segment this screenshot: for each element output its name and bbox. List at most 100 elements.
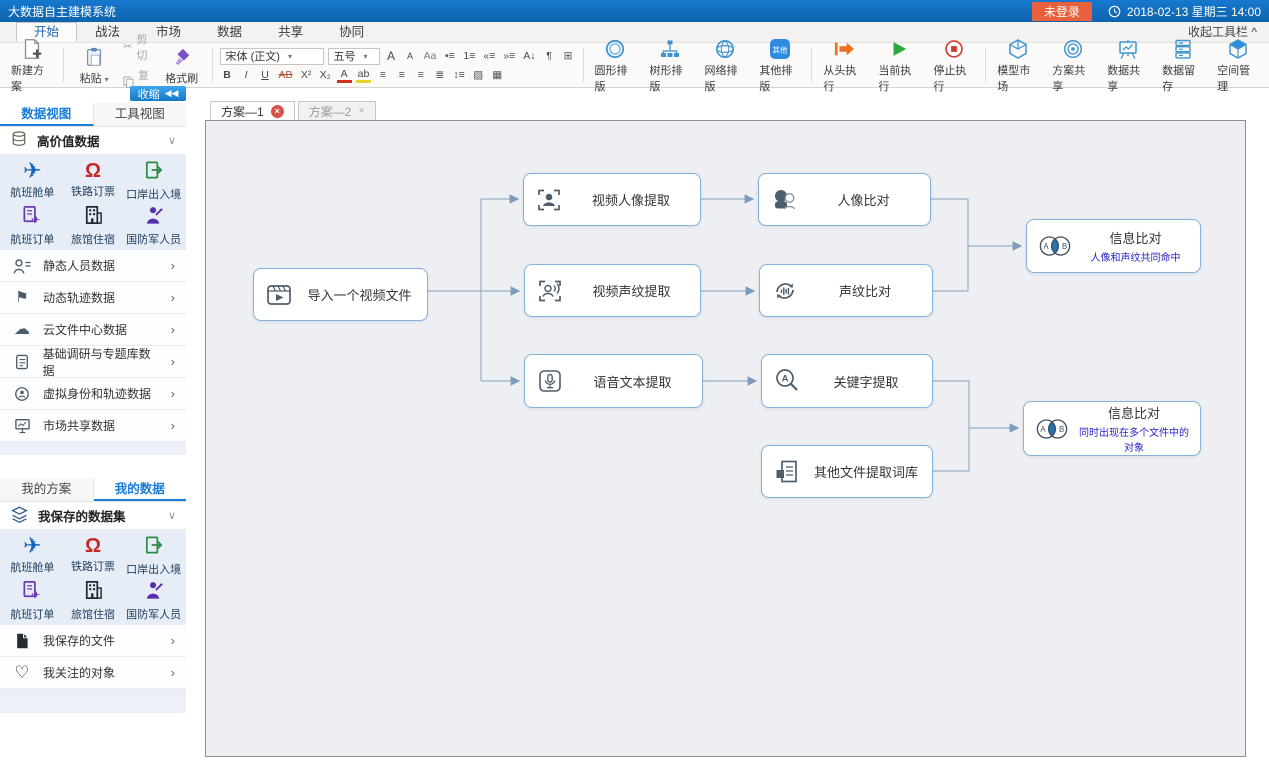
- grow-font-button[interactable]: A: [384, 49, 399, 64]
- circle-layout-button[interactable]: 圆形排版: [591, 37, 640, 94]
- dataset-flight-manifest[interactable]: ✈ 航班舱单: [2, 533, 63, 577]
- run-from-start-button[interactable]: 从头执行: [819, 37, 868, 94]
- tab-data-view[interactable]: 数据视图: [0, 103, 94, 126]
- font-size-select[interactable]: 五号 ▾: [328, 48, 380, 65]
- login-status-badge[interactable]: 未登录: [1032, 2, 1092, 21]
- sidebar-item-virtual-identity[interactable]: 虚拟身份和轨迹数据 ›: [0, 378, 186, 410]
- dataset-hotel-stay[interactable]: 旅馆住宿: [63, 578, 124, 622]
- ribbon-group-share: 模型市场 方案共享 数据共享 数据留存 空间管理: [988, 44, 1267, 86]
- tab-my-data[interactable]: 我的数据: [94, 478, 187, 501]
- dataset-port-entry-exit[interactable]: 口岸出入境: [123, 533, 184, 577]
- italic-button[interactable]: I: [239, 68, 254, 83]
- shrink-font-button[interactable]: A: [403, 49, 418, 64]
- section-my-saved-datasets[interactable]: 我保存的数据集 ∨: [0, 502, 186, 530]
- dataset-railway-ticket[interactable]: Ω 铁路订票: [63, 533, 124, 577]
- plane-icon: ✈: [23, 535, 41, 557]
- dataset-hotel-stay[interactable]: 旅馆住宿: [63, 203, 124, 247]
- server-stack-icon: [1172, 37, 1194, 61]
- font-color-button[interactable]: A: [337, 68, 352, 83]
- sidebar-item-dynamic-trajectory[interactable]: ⚑ 动态轨迹数据 ›: [0, 282, 186, 314]
- sidebar-item-cloud-file-center[interactable]: ☁ 云文件中心数据 ›: [0, 314, 186, 346]
- align-right-button[interactable]: ≡: [413, 68, 428, 83]
- sidebar-collapse-button[interactable]: 收缩 ◀◀: [130, 86, 186, 101]
- dataset-flight-order[interactable]: ✈ 航班订单: [2, 203, 63, 247]
- menu-tab-share[interactable]: 共享: [260, 22, 321, 42]
- new-plan-button[interactable]: 新建方案: [7, 37, 56, 94]
- svg-text:A: A: [782, 374, 789, 385]
- space-management-button[interactable]: 空间管理: [1213, 37, 1262, 94]
- flow-node-speech-text-extract[interactable]: 语音文本提取: [524, 354, 703, 408]
- dataset-port-entry-exit[interactable]: 口岸出入境: [123, 158, 184, 202]
- underline-button[interactable]: U: [258, 68, 273, 83]
- outdent-button[interactable]: «≡: [481, 49, 497, 64]
- chevron-right-icon: ›: [171, 633, 175, 648]
- indent-button[interactable]: »≡: [501, 49, 517, 64]
- data-retention-button[interactable]: 数据留存: [1158, 37, 1207, 94]
- tab-my-plans[interactable]: 我的方案: [0, 478, 94, 501]
- flow-node-video-face-extract[interactable]: 视频人像提取: [523, 173, 701, 226]
- cut-button[interactable]: ✂ 剪切: [123, 31, 152, 63]
- dataset-military-personnel[interactable]: 国防军人员: [123, 578, 184, 622]
- paste-button[interactable]: 粘贴 ▾: [71, 45, 117, 86]
- flow-node-keyword-extract[interactable]: A 关键字提取: [761, 354, 933, 408]
- flow-node-video-voice-extract[interactable]: 视频声纹提取: [524, 264, 701, 317]
- tab-tool-view[interactable]: 工具视图: [94, 103, 187, 126]
- flow-node-info-compare-2[interactable]: AB 信息比对 同时出现在多个文件中的对象: [1023, 401, 1201, 456]
- dataset-flight-order[interactable]: ✈ 航班订单: [2, 578, 63, 622]
- menu-tab-collab[interactable]: 协同: [321, 22, 382, 42]
- sidebar-item-my-saved-files[interactable]: 我保存的文件 ›: [0, 625, 186, 657]
- data-share-button[interactable]: 数据共享: [1103, 37, 1152, 94]
- font-row-1: 宋体 (正文) ▾ 五号 ▾ A A Aa •≡ 1≡ «≡ »≡ A↓ ¶ ⊞: [220, 48, 576, 65]
- video-file-icon: [264, 280, 294, 310]
- table-button[interactable]: ⊞: [561, 49, 576, 64]
- dataset-military-personnel[interactable]: 国防军人员: [123, 203, 184, 247]
- section-high-value-data[interactable]: 高价值数据 ∨: [0, 127, 186, 155]
- superscript-button[interactable]: X²: [299, 68, 314, 83]
- sidebar-item-static-personnel[interactable]: 静态人员数据 ›: [0, 250, 186, 282]
- close-tab-icon[interactable]: ×: [271, 105, 284, 118]
- flow-node-face-compare[interactable]: 人像比对: [758, 173, 931, 226]
- network-layout-button[interactable]: 网络排版: [700, 37, 749, 94]
- sort-button[interactable]: A↓: [521, 49, 537, 64]
- paragraph-marks-button[interactable]: ¶: [542, 49, 557, 64]
- run-current-button[interactable]: 当前执行: [874, 37, 923, 94]
- menu-tab-data[interactable]: 数据: [199, 22, 260, 42]
- flow-node-voice-compare[interactable]: 声纹比对: [759, 264, 933, 317]
- tree-layout-button[interactable]: 树形排版: [645, 37, 694, 94]
- flow-node-other-files-lexicon[interactable]: 其他文件提取词库: [761, 445, 933, 498]
- align-left-button[interactable]: ≡: [375, 68, 390, 83]
- bullet-list-button[interactable]: •≡: [442, 49, 457, 64]
- workspace-tab-plan2[interactable]: 方案—2 ×: [298, 101, 376, 120]
- plan-share-button[interactable]: 方案共享: [1048, 37, 1097, 94]
- model-market-button[interactable]: 模型市场: [993, 37, 1042, 94]
- subscript-button[interactable]: X₂: [318, 68, 333, 83]
- workspace-tab-bar: 方案—1 × 方案—2 ×: [210, 101, 376, 120]
- strikethrough-button[interactable]: AB: [277, 68, 295, 83]
- borders-button[interactable]: ▦: [490, 68, 505, 83]
- line-spacing-button[interactable]: ↕≡: [451, 68, 466, 83]
- sidebar-item-basic-research[interactable]: 基础调研与专题库数据 ›: [0, 346, 186, 378]
- close-tab-icon[interactable]: ×: [358, 105, 364, 117]
- flow-node-import-video[interactable]: 导入一个视频文件: [253, 268, 428, 321]
- numbered-list-button[interactable]: 1≡: [461, 49, 477, 64]
- highlight-button[interactable]: ab: [356, 68, 372, 83]
- justify-button[interactable]: ≣: [432, 68, 447, 83]
- dataset-railway-ticket[interactable]: Ω 铁路订票: [63, 158, 124, 202]
- bold-button[interactable]: B: [220, 68, 235, 83]
- keyword-search-icon: A: [772, 366, 802, 396]
- panel1-tabs: 数据视图 工具视图: [0, 103, 186, 127]
- format-painter-button[interactable]: 格式刷: [159, 45, 205, 86]
- sidebar-item-market-shared-data[interactable]: 市场共享数据 ›: [0, 410, 186, 442]
- sidebar-item-my-followed-objects[interactable]: ♡ 我关注的对象 ›: [0, 657, 186, 689]
- change-case-button[interactable]: Aa: [422, 49, 439, 64]
- shading-button[interactable]: ▨: [471, 68, 486, 83]
- flow-node-info-compare-1[interactable]: AB 信息比对 人像和声纹共同命中: [1026, 219, 1201, 273]
- dataset-flight-manifest[interactable]: ✈ 航班舱单: [2, 158, 63, 202]
- other-layout-button[interactable]: 其他 其他排版: [755, 37, 804, 94]
- align-center-button[interactable]: ≡: [394, 68, 409, 83]
- stop-exec-button[interactable]: 停止执行: [929, 37, 978, 94]
- flow-canvas[interactable]: 导入一个视频文件 视频人像提取 视频声纹提取 语音文本提取 人像比对 声纹比对 …: [205, 120, 1246, 757]
- font-family-select[interactable]: 宋体 (正文) ▾: [220, 48, 324, 65]
- workspace-tab-plan1[interactable]: 方案—1 ×: [210, 101, 295, 120]
- document-words-icon: [772, 457, 802, 487]
